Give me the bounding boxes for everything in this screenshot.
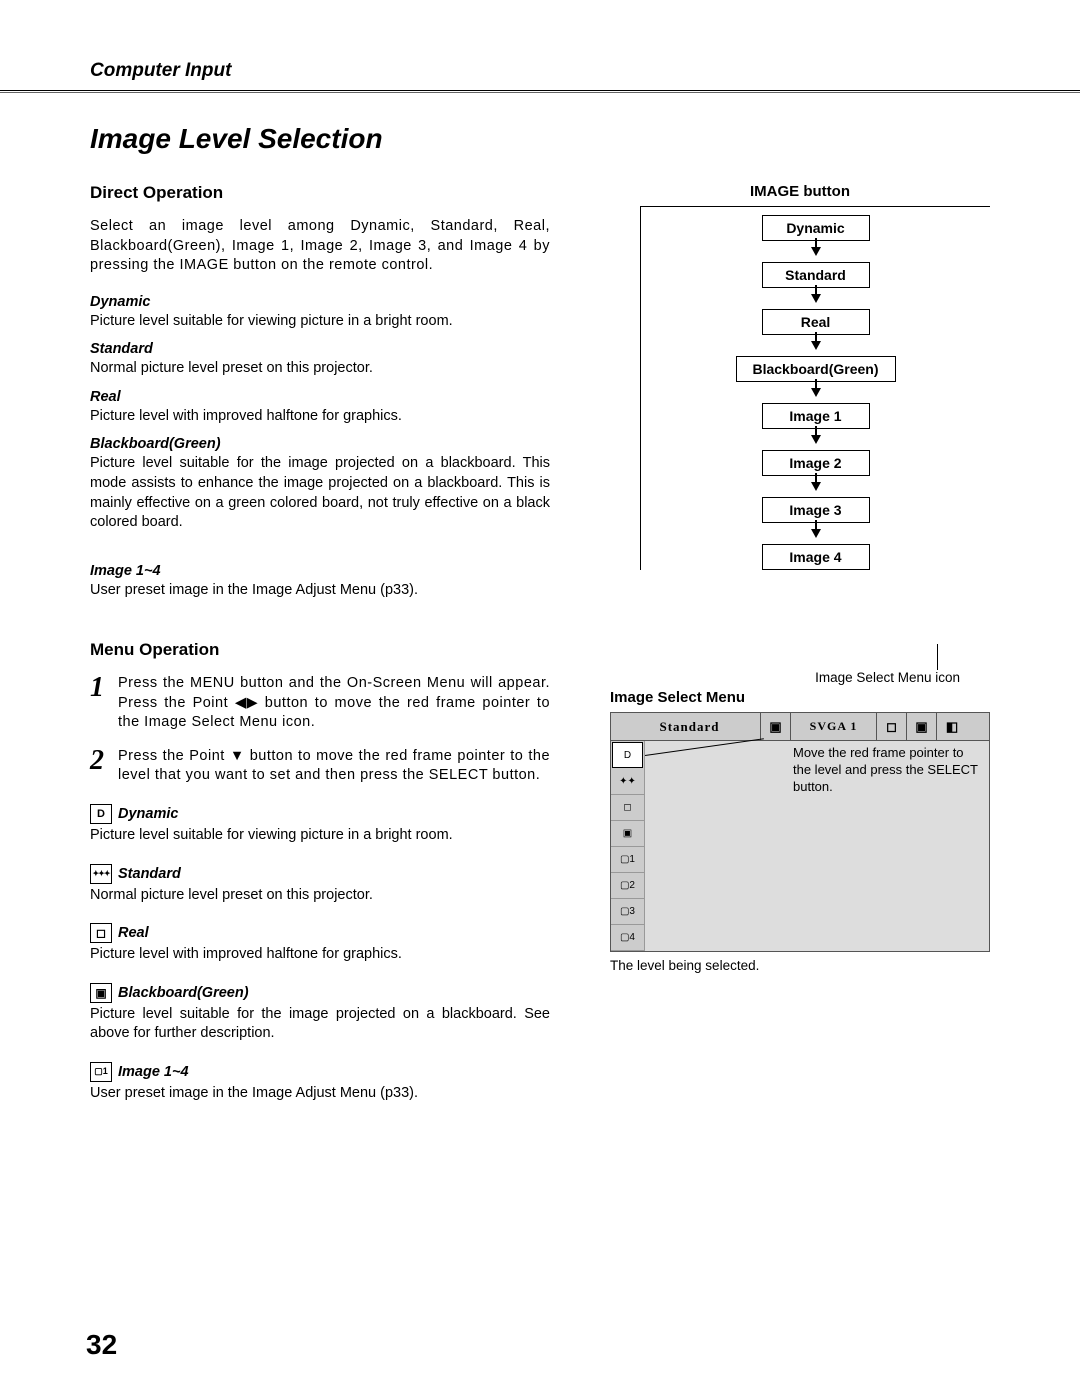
- page-title: Image Level Selection: [90, 123, 990, 155]
- blackboard-label: Blackboard(Green): [90, 436, 550, 452]
- menu-real-desc: Picture level with improved halftone for…: [90, 945, 550, 965]
- ism-side-image2: ▢2: [611, 873, 644, 899]
- menu-operation-section: Menu Operation 1 Press the MENU button a…: [90, 640, 550, 1103]
- point-down-icon: ▼: [230, 747, 245, 767]
- menu-standard-label: Standard: [118, 866, 181, 882]
- dynamic-desc: Picture level suitable for viewing pictu…: [90, 312, 550, 332]
- ism-bar-svga: SVGA 1: [791, 713, 877, 740]
- ism-side-image1: ▢1: [611, 847, 644, 873]
- flow-title: IMAGE button: [610, 183, 990, 200]
- blackboard-desc: Picture level suitable for the image pro…: [90, 454, 550, 532]
- ism-icon-label: Image Select Menu icon: [610, 670, 990, 685]
- arrow-down-icon: [811, 247, 821, 256]
- header-rule: [0, 90, 1080, 93]
- arrow-down-icon: [811, 341, 821, 350]
- menu-standard-desc: Normal picture level preset on this proj…: [90, 886, 550, 906]
- step-1-text: Press the MENU button and the On-Screen …: [118, 674, 550, 733]
- standard-desc: Normal picture level preset on this proj…: [90, 359, 550, 379]
- real-desc: Picture level with improved halftone for…: [90, 407, 550, 427]
- ism-tip: Move the red frame pointer to the level …: [793, 745, 983, 796]
- menu-dynamic-desc: Picture level suitable for viewing pictu…: [90, 826, 550, 846]
- menu-operation-heading: Menu Operation: [90, 640, 550, 660]
- columns: Direct Operation Select an image level a…: [90, 183, 990, 1113]
- flowchart: Dynamic Standard Real Blackboard(Green) …: [661, 215, 970, 570]
- step-2-text: Press the Point ▼ button to move the red…: [118, 747, 550, 786]
- standard-label: Standard: [90, 341, 550, 357]
- menu-blackboard-desc: Picture level suitable for the image pro…: [90, 1005, 550, 1044]
- menu-blackboard-label: Blackboard(Green): [118, 985, 249, 1001]
- step2-text-a: Press the Point: [118, 748, 230, 764]
- menu-blackboard-row: Blackboard(Green): [90, 983, 550, 1003]
- menu-image14-desc: User preset image in the Image Adjust Me…: [90, 1084, 550, 1104]
- dynamic-icon: D: [90, 804, 112, 824]
- ism-bar-icon1: ▣: [761, 713, 791, 740]
- section-header: Computer Input: [90, 60, 990, 82]
- leader-line: [937, 644, 938, 670]
- ism-sidebar: D ✦✦ ◻ ▣ ▢1 ▢2 ▢3 ▢4: [611, 741, 645, 951]
- real-label: Real: [90, 389, 550, 405]
- step-1-number: 1: [90, 674, 104, 733]
- standard-icon: [90, 864, 112, 884]
- arrow-down-icon: [811, 388, 821, 397]
- direct-operation-heading: Direct Operation: [90, 183, 550, 203]
- step-2: 2 Press the Point ▼ button to move the r…: [90, 747, 550, 786]
- pointer-line: [645, 738, 764, 756]
- left-column: Direct Operation Select an image level a…: [90, 183, 550, 1113]
- ism-side-image3: ▢3: [611, 899, 644, 925]
- blackboard-icon: [90, 983, 112, 1003]
- arrow-down-icon: [811, 294, 821, 303]
- menu-dynamic-row: D Dynamic: [90, 804, 550, 824]
- arrow-down-icon: [811, 435, 821, 444]
- ism-box: Standard ▣ SVGA 1 ◻ ▣ ◧ D ✦✦ ◻ ▣ ▢1 ▢2: [610, 712, 990, 952]
- ism-bar-icon3: ▣: [907, 713, 937, 740]
- ism-caption: The level being selected.: [610, 958, 990, 973]
- image14-label: Image 1~4: [90, 563, 550, 579]
- ism-title: Image Select Menu: [610, 689, 990, 706]
- flow-image4: Image 4: [762, 544, 870, 570]
- flow-container: Dynamic Standard Real Blackboard(Green) …: [640, 206, 990, 570]
- menu-image14-row: ▢1 Image 1~4: [90, 1062, 550, 1082]
- ism-side-image4: ▢4: [611, 925, 644, 951]
- right-column: IMAGE button Dynamic Standard Real Black…: [610, 183, 990, 1113]
- point-left-right-icon: ◀▶: [235, 694, 258, 714]
- ism-side-real: ◻: [611, 795, 644, 821]
- real-icon: [90, 923, 112, 943]
- ism-side-dynamic: D: [612, 742, 643, 768]
- image1-icon: ▢1: [90, 1062, 112, 1082]
- arrow-down-icon: [811, 482, 821, 491]
- ism-bar-icon2: ◻: [877, 713, 907, 740]
- dynamic-label: Dynamic: [90, 294, 550, 310]
- ism-main: Move the red frame pointer to the level …: [645, 741, 989, 951]
- ism-body: D ✦✦ ◻ ▣ ▢1 ▢2 ▢3 ▢4 Move the red frame …: [611, 741, 989, 951]
- menu-image14-label: Image 1~4: [118, 1064, 189, 1080]
- menu-dynamic-label: Dynamic: [118, 806, 178, 822]
- menu-standard-row: Standard: [90, 864, 550, 884]
- ism-side-standard: ✦✦: [611, 769, 644, 795]
- image-select-menu-block: Image Select Menu icon Image Select Menu…: [610, 670, 990, 973]
- menu-real-label: Real: [118, 925, 149, 941]
- ism-side-blackboard: ▣: [611, 821, 644, 847]
- step-2-number: 2: [90, 747, 104, 786]
- menu-real-row: Real: [90, 923, 550, 943]
- ism-menu-bar: Standard ▣ SVGA 1 ◻ ▣ ◧: [611, 713, 989, 741]
- step-1: 1 Press the MENU button and the On-Scree…: [90, 674, 550, 733]
- direct-intro: Select an image level among Dynamic, Sta…: [90, 217, 550, 276]
- image14-desc: User preset image in the Image Adjust Me…: [90, 581, 550, 601]
- page-number: 32: [86, 1329, 117, 1361]
- ism-bar-icon4: ◧: [937, 713, 967, 740]
- arrow-down-icon: [811, 529, 821, 538]
- ism-bar-standard: Standard: [611, 713, 761, 740]
